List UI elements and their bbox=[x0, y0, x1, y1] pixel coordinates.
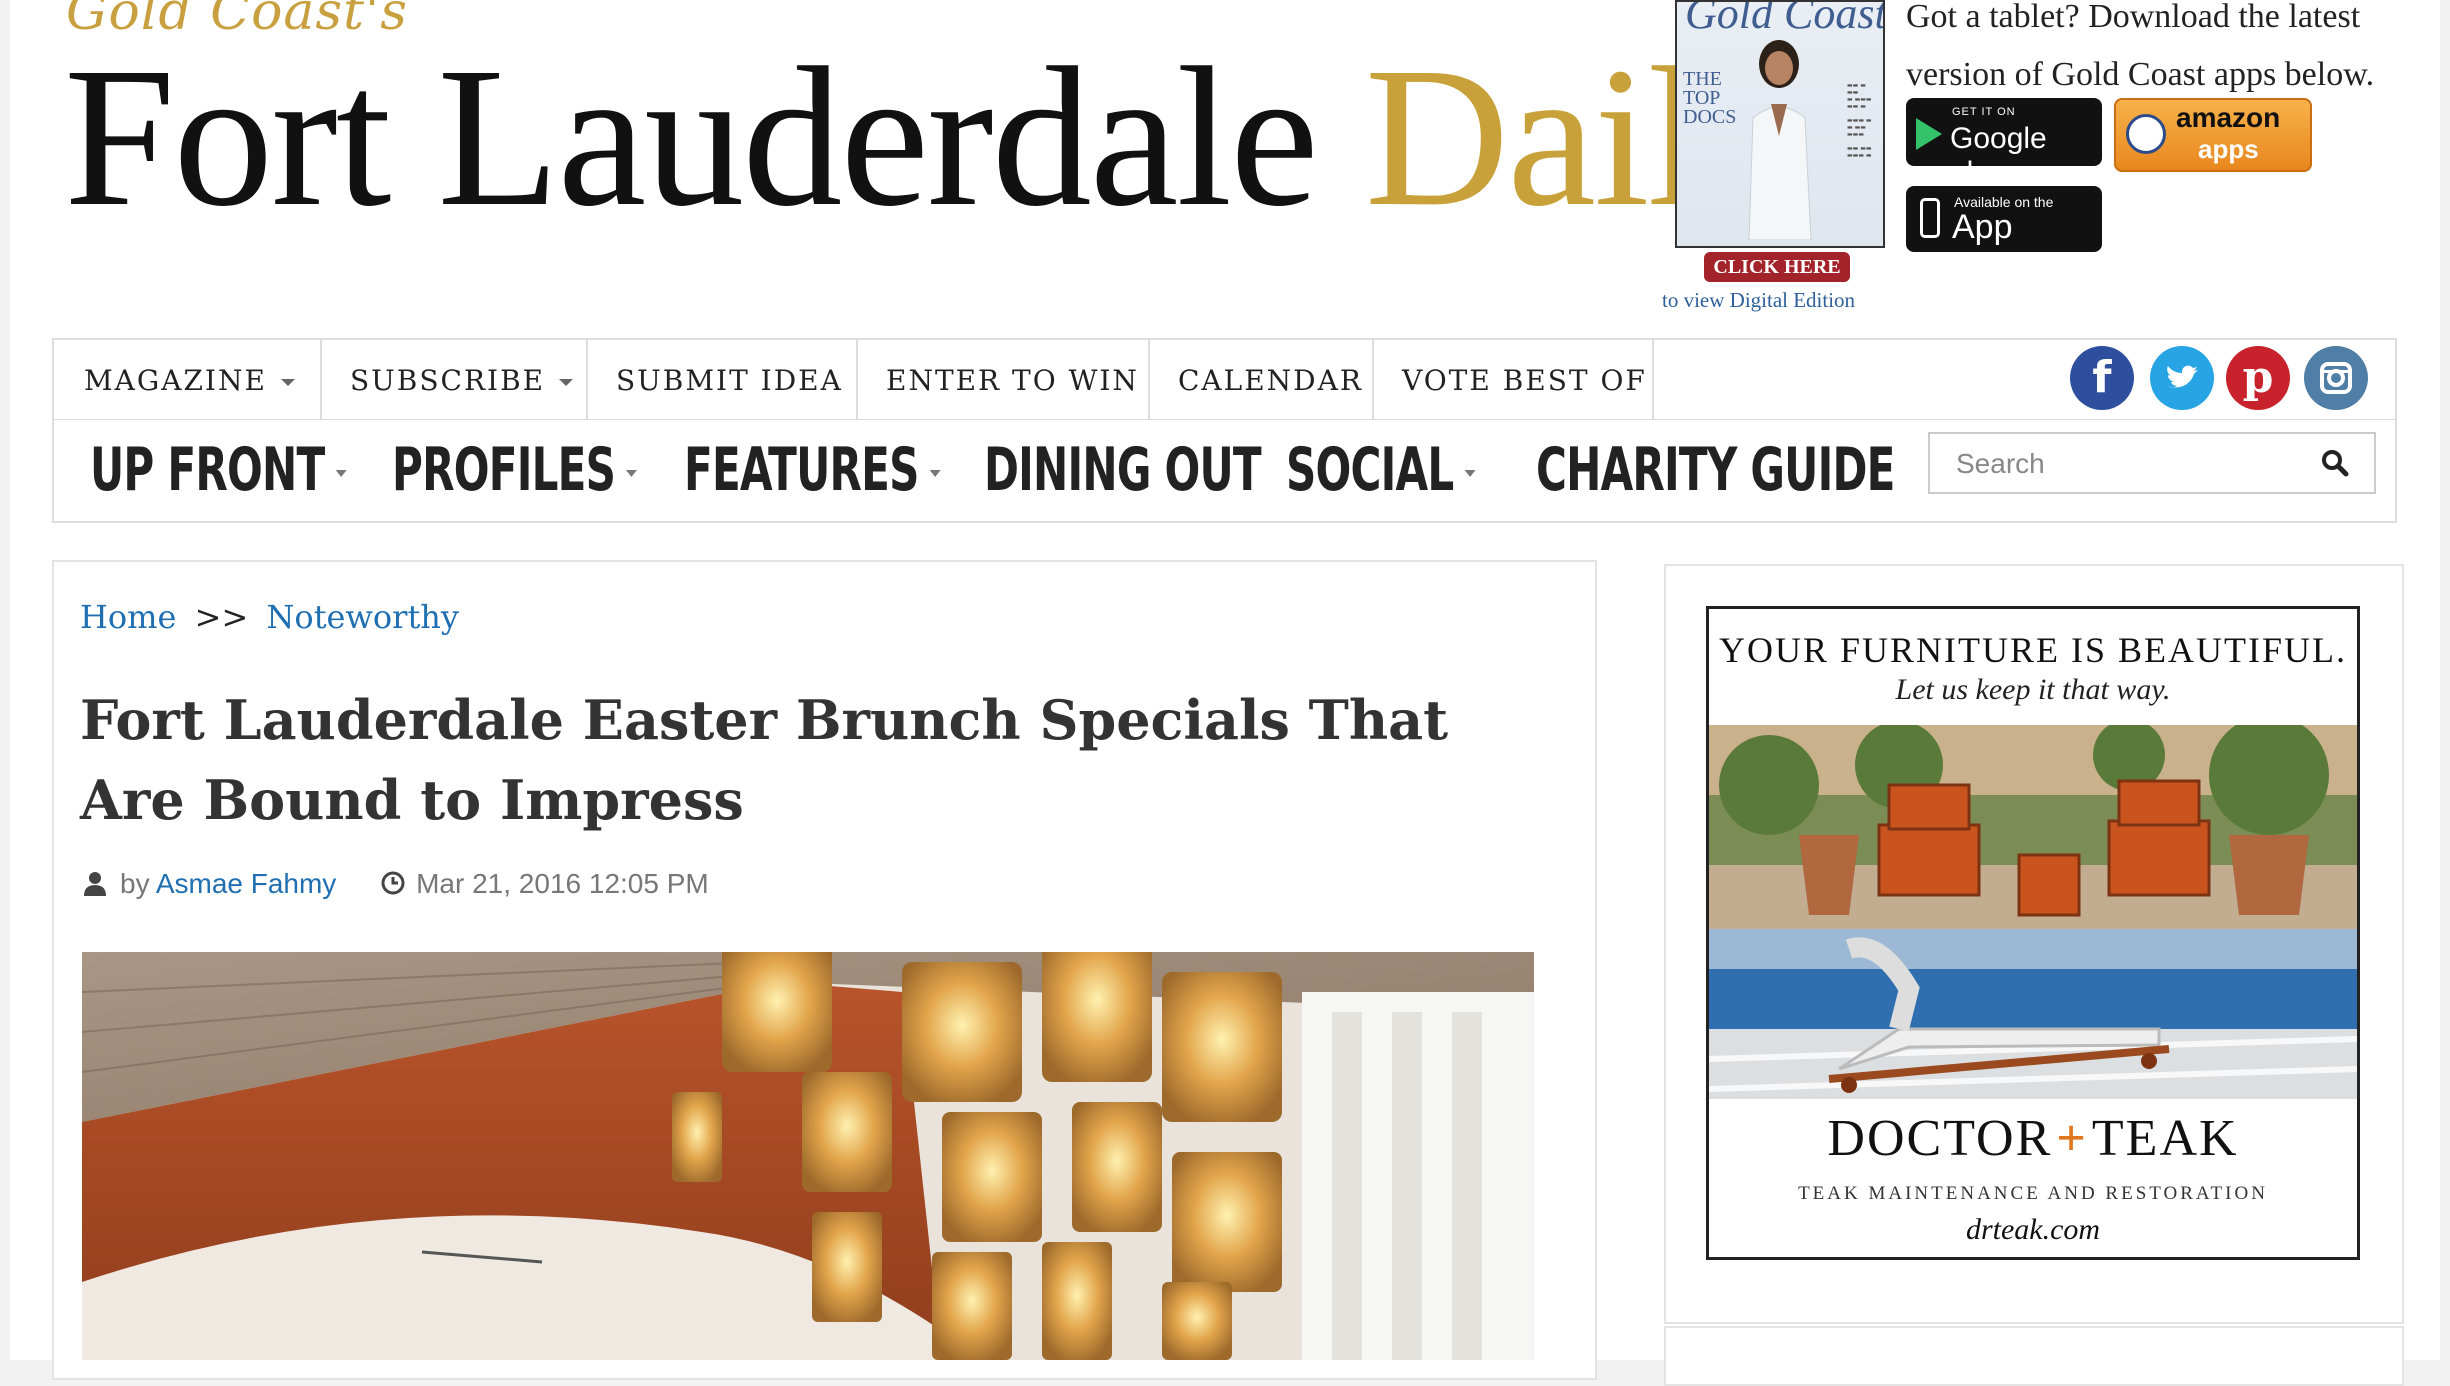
nav-submit-idea[interactable]: SUBMIT IDEA bbox=[586, 340, 858, 420]
user-icon bbox=[84, 872, 106, 896]
author-link[interactable]: Asmae Fahmy bbox=[156, 868, 337, 899]
section-dining-out[interactable]: DINING OUT bbox=[984, 435, 1262, 505]
section-social[interactable]: SOCIAL bbox=[1286, 435, 1476, 505]
ad-tagline: TEAK MAINTENANCE AND RESTORATION bbox=[1798, 1183, 2268, 1204]
chevron-down-icon bbox=[280, 379, 295, 386]
ad-brand: DOCTOR+TEAK bbox=[1827, 1110, 2239, 1167]
ad-beach-photo bbox=[1709, 929, 2357, 1099]
restaurant-interior-photo bbox=[82, 952, 1534, 1360]
top-navigation: MAGAZINE SUBSCRIBE SUBMIT IDEA ENTER TO … bbox=[52, 338, 2397, 420]
masthead-main: Fort Lauderdale bbox=[64, 27, 1319, 248]
article-date: Mar 21, 2016 12:05 PM bbox=[416, 868, 709, 899]
section-charity-guide[interactable]: CHARITY GUIDE bbox=[1536, 435, 1895, 505]
click-here-button[interactable]: CLICK HERE bbox=[1704, 252, 1850, 282]
twitter-icon[interactable] bbox=[2150, 346, 2214, 410]
amazon-apps-badge[interactable]: amazon apps bbox=[2114, 98, 2312, 172]
doctor-teak-ad[interactable]: YOUR FURNITURE IS BEAUTIFUL. Let us keep… bbox=[1706, 606, 2360, 1260]
clock-icon bbox=[381, 871, 405, 895]
article-title: Fort Lauderdale Easter Brunch Specials T… bbox=[80, 688, 1449, 832]
byline-prefix: by bbox=[120, 868, 150, 899]
ad-subhead: Let us keep it that way. bbox=[1895, 673, 2171, 706]
search-input[interactable] bbox=[1930, 434, 2328, 494]
cover-headline: THE TOP DOCS bbox=[1683, 68, 1737, 128]
app-store-badge[interactable]: Available on the App Store bbox=[1906, 186, 2102, 285]
cover-photo bbox=[1748, 40, 1812, 240]
magazine-cover[interactable]: Gold Coast THE TOP DOCS ▬▬ ▬ ▬▬ ▬ ▬▬▬ ▬▬ ▬… bbox=[1675, 0, 1885, 248]
breadcrumb-separator: >> bbox=[194, 598, 249, 636]
pinterest-icon[interactable]: p bbox=[2226, 346, 2290, 410]
section-features[interactable]: FEATURES bbox=[684, 435, 941, 505]
cover-sidebar-text: ▬▬ ▬ ▬▬ ▬ ▬▬▬ ▬▬ ▬ ▬▬▬ ▬ ▬ ▬▬ ▬▬▬ ▬▬ ▬▬ ▬▬▬ ▬ bbox=[1847, 82, 1872, 159]
nav-magazine[interactable]: MAGAZINE bbox=[54, 340, 322, 420]
search-box bbox=[1928, 432, 2376, 494]
amazon-icon bbox=[2126, 114, 2166, 154]
plus-icon: + bbox=[2056, 1110, 2088, 1167]
breadcrumb-home[interactable]: Home bbox=[80, 598, 176, 636]
article-byline: by Asmae Fahmy Mar 21, 2016 12:05 PM bbox=[82, 868, 709, 900]
app-promo-text: Got a tablet? Download the latest versio… bbox=[1906, 0, 2375, 93]
chevron-down-icon bbox=[929, 469, 941, 477]
chevron-down-icon bbox=[1464, 469, 1476, 477]
nav-vote-best-of[interactable]: VOTE BEST OF bbox=[1372, 340, 1654, 420]
breadcrumb: Home >> Noteworthy bbox=[80, 598, 459, 636]
site-logo[interactable]: Fort Lauderdale Daily bbox=[64, 38, 1801, 238]
chevron-down-icon bbox=[626, 469, 638, 477]
sidebar-widget-2 bbox=[1664, 1326, 2404, 1386]
ad-headline: YOUR FURNITURE IS BEAUTIFUL. bbox=[1718, 630, 2347, 670]
search-icon[interactable] bbox=[2320, 448, 2350, 478]
article-hero-image[interactable] bbox=[82, 952, 1534, 1360]
nav-enter-to-win[interactable]: ENTER TO WIN bbox=[856, 340, 1150, 420]
play-icon bbox=[1916, 118, 1942, 150]
section-profiles[interactable]: PROFILES bbox=[392, 435, 638, 505]
chevron-down-icon bbox=[335, 469, 347, 477]
apple-icon bbox=[1920, 198, 1940, 238]
nav-subscribe[interactable]: SUBSCRIBE bbox=[320, 340, 588, 420]
facebook-icon[interactable]: f bbox=[2070, 346, 2134, 410]
nav-calendar[interactable]: CALENDAR bbox=[1148, 340, 1374, 420]
page: Gold Coast's Fort Lauderdale Daily Gold … bbox=[10, 0, 2440, 1386]
chevron-down-icon bbox=[559, 379, 574, 386]
ad-url[interactable]: drteak.com bbox=[1709, 1213, 2357, 1247]
section-up-front[interactable]: UP FRONT bbox=[90, 435, 347, 505]
ad-patio-photo bbox=[1709, 725, 2357, 929]
instagram-icon[interactable] bbox=[2304, 346, 2368, 410]
digital-edition-link[interactable]: to view Digital Edition bbox=[1662, 288, 1855, 313]
google-play-badge[interactable]: GET IT ON Google play bbox=[1906, 98, 2102, 189]
breadcrumb-section[interactable]: Noteworthy bbox=[266, 598, 459, 636]
